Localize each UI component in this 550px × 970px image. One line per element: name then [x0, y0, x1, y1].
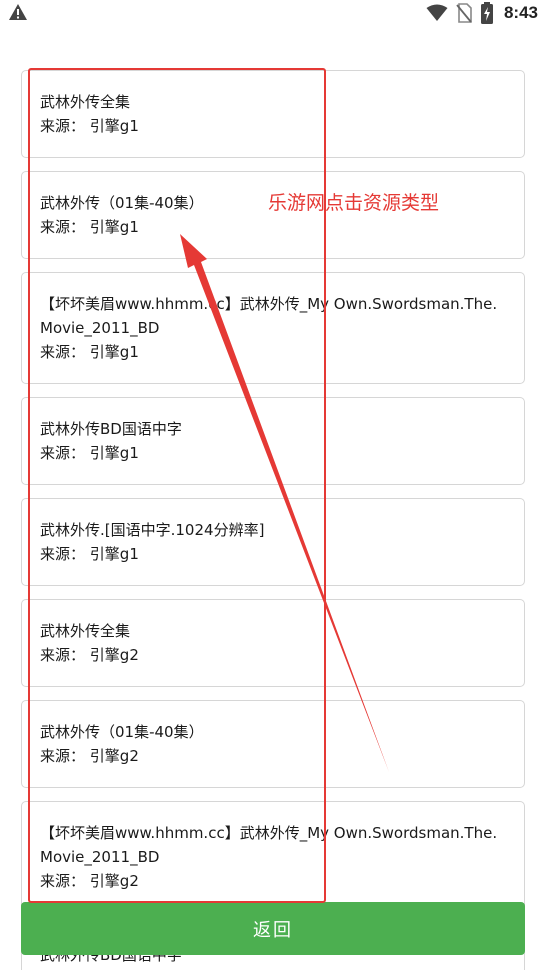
back-button[interactable]: 返回	[21, 902, 525, 955]
wifi-icon	[426, 4, 448, 21]
annotation-label: 乐游网点击资源类型	[268, 192, 440, 214]
item-title: 武林外传.[国语中字.1024分辨率]	[40, 521, 265, 539]
list-item[interactable]: 武林外传全集 来源： 引擎g2	[21, 599, 525, 687]
list-item[interactable]: 武林外传全集 来源： 引擎g1	[21, 70, 525, 158]
item-title: 武林外传BD国语中字	[40, 420, 182, 438]
list-item[interactable]: 武林外传BD国语中字 来源： 引擎g1	[21, 397, 525, 485]
item-title: 武林外传全集	[40, 93, 131, 111]
item-source: 来源： 引擎g1	[40, 117, 139, 135]
item-source: 来源： 引擎g1	[40, 218, 139, 236]
item-source: 来源： 引擎g1	[40, 545, 139, 563]
list-item[interactable]: 【坏坏美眉www.hhmm.cc】武林外传_My Own.Swordsman.T…	[21, 801, 525, 913]
list-item[interactable]: 武林外传.[国语中字.1024分辨率] 来源： 引擎g1	[21, 498, 525, 586]
item-source: 来源： 引擎g2	[40, 646, 139, 664]
item-source: 来源： 引擎g1	[40, 343, 139, 361]
battery-icon	[480, 2, 493, 24]
status-icons: 8:43	[426, 1, 538, 25]
clock: 8:43	[503, 3, 538, 22]
list-item[interactable]: 武林外传（01集-40集） 来源： 引擎g1	[21, 171, 525, 259]
status-bar: 8:43	[0, 0, 550, 26]
item-title: 武林外传全集	[40, 622, 131, 640]
item-source: 来源： 引擎g1	[40, 444, 139, 462]
item-source: 来源： 引擎g2	[40, 872, 139, 890]
no-sim-icon	[456, 3, 472, 23]
item-title: 武林外传（01集-40集）	[40, 723, 204, 741]
item-title: 【坏坏美眉www.hhmm.cc】武林外传_My Own.Swordsman.T…	[40, 295, 498, 337]
item-title: 【坏坏美眉www.hhmm.cc】武林外传_My Own.Swordsman.T…	[40, 824, 498, 866]
list-item[interactable]: 【坏坏美眉www.hhmm.cc】武林外传_My Own.Swordsman.T…	[21, 272, 525, 384]
warning-icon	[9, 4, 27, 20]
list-item[interactable]: 武林外传（01集-40集） 来源： 引擎g2	[21, 700, 525, 788]
item-source: 来源： 引擎g2	[40, 747, 139, 765]
